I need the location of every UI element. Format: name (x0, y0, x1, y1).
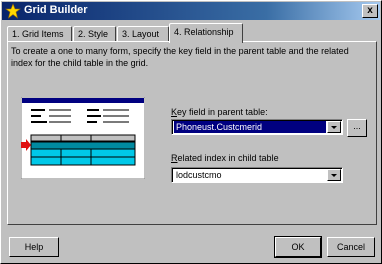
close-button[interactable]: x (362, 4, 378, 18)
ok-button[interactable]: OK (274, 236, 322, 258)
close-icon: x (367, 5, 373, 16)
tab-grid-items[interactable]: 1. Grid Items (7, 26, 72, 42)
star-app-icon (5, 3, 21, 19)
key-field-select[interactable]: Phoneust.Custcmerid (171, 119, 343, 135)
instructions-text: To create a one to many form, specify th… (11, 46, 349, 68)
tab-style[interactable]: 2. Style (73, 26, 116, 42)
related-index-select[interactable]: lodcustcmo (171, 167, 343, 183)
related-index-value: lodcustcmo (176, 170, 222, 180)
tab-relationship[interactable]: 4. Relationship (169, 23, 243, 43)
chevron-down-icon[interactable] (327, 169, 341, 181)
cancel-button[interactable]: Cancel (327, 237, 375, 257)
window-title: Grid Builder (24, 4, 88, 16)
help-button[interactable]: Help (9, 237, 59, 257)
grid-builder-window: Grid Builder x 1. Grid Items 2. Style 3.… (0, 0, 382, 264)
tab-layout[interactable]: 3. Layout (117, 26, 169, 42)
tab-strip: 1. Grid Items 2. Style 3. Layout 4. Rela… (7, 23, 377, 43)
key-field-label: Key field in parent table: (171, 107, 268, 117)
chevron-down-icon[interactable] (327, 121, 341, 133)
related-index-label: Related index in child table (171, 153, 279, 163)
key-field-value: Phoneust.Custcmerid (174, 121, 326, 133)
browse-key-field-button[interactable]: ... (347, 119, 367, 137)
one-to-many-diagram (21, 97, 145, 179)
title-bar[interactable]: Grid Builder x (2, 2, 380, 20)
